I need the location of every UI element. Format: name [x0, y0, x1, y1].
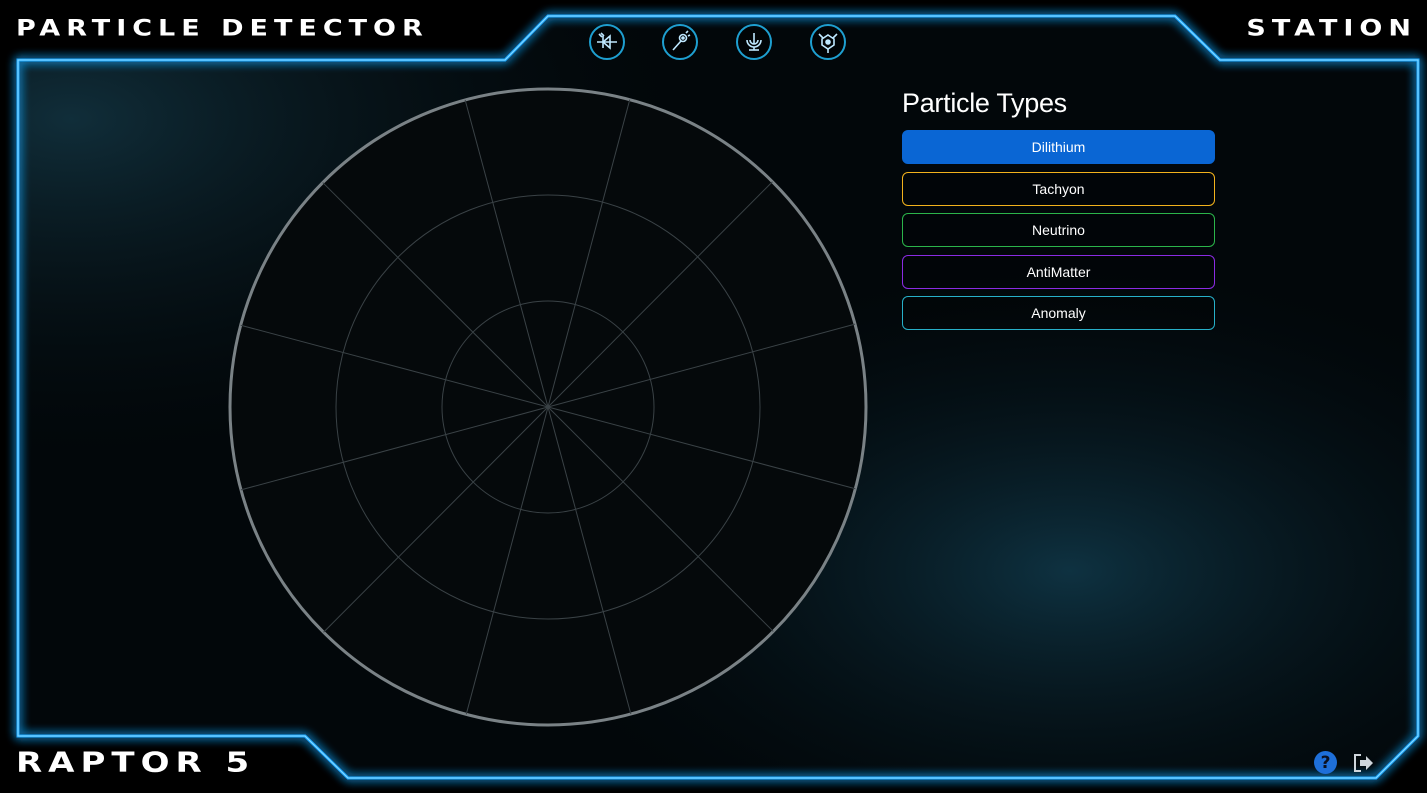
particle-types-panel: Particle Types Dilithium Tachyon Neutrino A… — [902, 84, 1215, 338]
wrench-icon[interactable] — [662, 24, 698, 60]
sensor-icon[interactable] — [810, 24, 846, 60]
radar-display — [228, 87, 868, 727]
logout-icon[interactable] — [1351, 752, 1375, 774]
app-title: PARTICLE DETECTOR — [16, 16, 429, 42]
particle-type-list: Dilithium Tachyon Neutrino AntiMatter Anomal… — [902, 130, 1215, 330]
ship-name: RAPTOR 5 — [16, 746, 256, 779]
panel-title: Particle Types — [902, 88, 1067, 118]
footer-actions: ? — [1314, 751, 1375, 774]
particle-type-antimatter-button[interactable]: AntiMatter — [902, 254, 1215, 289]
comms-icon[interactable] — [736, 24, 772, 60]
particle-type-neutrino-button[interactable]: Neutrino — [902, 213, 1215, 247]
particle-type-tachyon-button[interactable]: Tachyon — [902, 171, 1215, 206]
particle-radar[interactable] — [226, 85, 870, 729]
question-icon[interactable]: ? — [1314, 751, 1337, 774]
diode-icon[interactable] — [589, 24, 625, 60]
particle-type-anomaly-button[interactable]: Anomaly — [902, 296, 1215, 330]
particle-type-dilithium-button[interactable]: Dilithium — [902, 130, 1215, 164]
app-stage: PARTICLE DETECTOR STATION RAPTOR 5 Parti… — [0, 0, 1427, 793]
station-label: STATION — [1246, 16, 1417, 42]
